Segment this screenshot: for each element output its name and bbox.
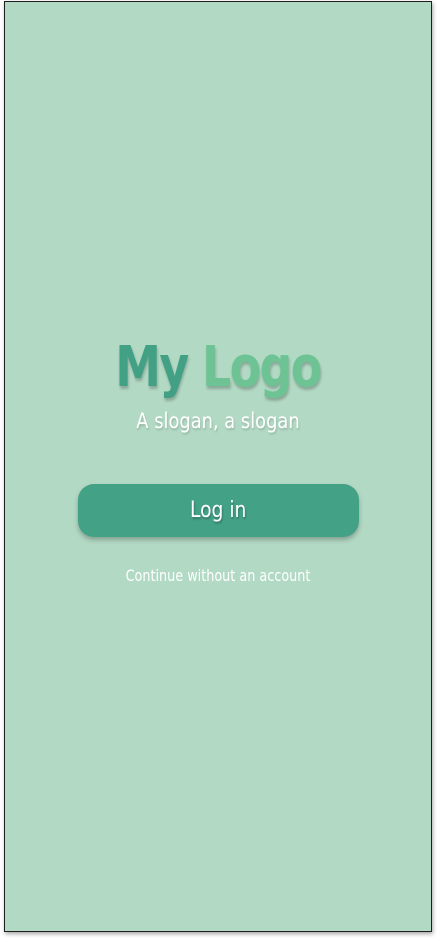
slogan-text: A slogan, a slogan — [136, 409, 300, 433]
logo-word-my: My — [115, 335, 189, 400]
app-screen: My Logo A slogan, a slogan Log in Contin… — [4, 1, 432, 932]
continue-without-account-link[interactable]: Continue without an account — [48, 564, 389, 588]
app-logo: My Logo — [43, 332, 392, 404]
logo-word-logo: Logo — [202, 335, 322, 400]
login-button-label: Log in — [190, 498, 247, 523]
login-button[interactable]: Log in — [78, 484, 359, 537]
